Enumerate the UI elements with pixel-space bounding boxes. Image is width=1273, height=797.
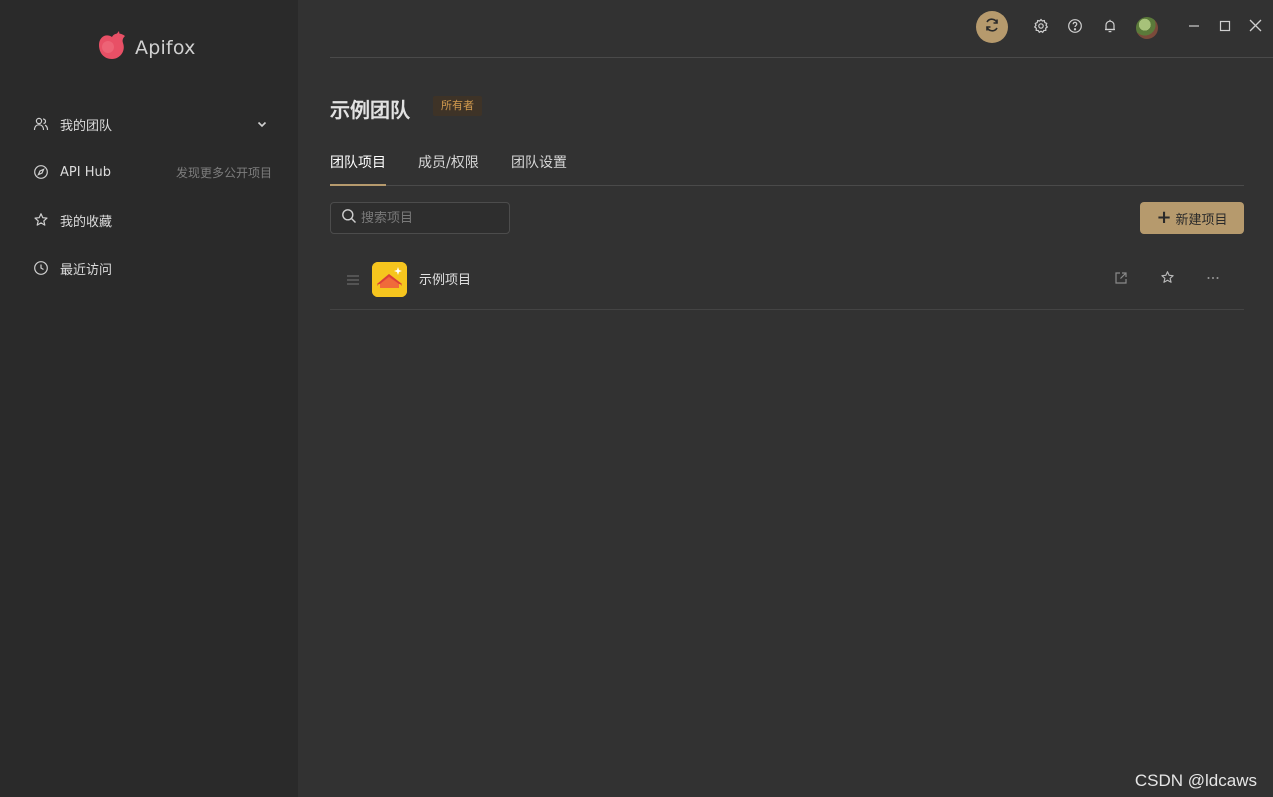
- brand-name: Apifox: [135, 37, 196, 59]
- search-input[interactable]: [361, 210, 501, 226]
- top-bar: [330, 0, 1273, 58]
- sidebar-item-label: 我的团队: [60, 118, 113, 134]
- project-name[interactable]: 示例项目: [419, 269, 471, 288]
- gear-icon: [1033, 18, 1049, 38]
- star-icon: [32, 211, 50, 229]
- sidebar-item-my-team[interactable]: 我的团队: [26, 106, 280, 142]
- team-tabs: 团队项目 成员/权限 团队设置: [330, 140, 1244, 186]
- maximize-icon: [1219, 17, 1231, 36]
- help-icon: [1067, 18, 1083, 38]
- minimize-icon: [1188, 17, 1200, 36]
- watermark: CSDN @ldcaws: [1134, 771, 1257, 790]
- tab-members-permissions[interactable]: 成员/权限: [418, 152, 479, 186]
- maximize-button[interactable]: [1216, 17, 1234, 35]
- role-badge: 所有者: [433, 96, 482, 116]
- plus-icon: +: [1156, 207, 1172, 228]
- bell-icon: [1102, 18, 1118, 38]
- app-window: Apifox 我的团队 API Hub 发现更多公开项目 我的收藏 最近访问 示…: [0, 0, 1273, 797]
- new-project-label: 新建项目: [1175, 212, 1228, 228]
- settings-button[interactable]: [1032, 18, 1050, 38]
- open-external-button[interactable]: [1112, 270, 1130, 288]
- tab-team-projects[interactable]: 团队项目: [330, 152, 386, 186]
- brand: Apifox: [96, 31, 196, 65]
- sidebar-item-favorites[interactable]: 我的收藏: [26, 202, 280, 238]
- search-icon: [341, 208, 357, 228]
- team-icon: [32, 115, 50, 133]
- project-icon: [372, 262, 407, 297]
- project-row[interactable]: 示例项目: [330, 250, 1244, 310]
- clock-icon: [32, 259, 50, 277]
- sync-button[interactable]: [976, 11, 1008, 43]
- apifox-logo-icon: [96, 31, 128, 65]
- star-icon: [1160, 270, 1175, 289]
- search-box: [330, 202, 510, 234]
- sync-icon: [983, 16, 1001, 38]
- sidebar-item-label: API Hub: [60, 164, 111, 180]
- compass-icon: [32, 163, 50, 181]
- drag-handle-icon[interactable]: [346, 272, 360, 286]
- sidebar-item-label: 最近访问: [60, 262, 113, 278]
- minimize-button[interactable]: [1185, 17, 1203, 35]
- tab-team-settings[interactable]: 团队设置: [511, 152, 567, 186]
- external-link-icon: [1114, 270, 1128, 289]
- sidebar-item-recent[interactable]: 最近访问: [26, 250, 280, 286]
- sidebar: Apifox 我的团队 API Hub 发现更多公开项目 我的收藏 最近访问: [0, 0, 298, 797]
- page-title: 示例团队: [330, 98, 410, 122]
- avatar[interactable]: [1136, 17, 1158, 39]
- more-actions-button[interactable]: [1204, 270, 1222, 288]
- chevron-down-icon[interactable]: [254, 116, 270, 132]
- close-button[interactable]: [1246, 17, 1264, 35]
- sidebar-item-api-hub[interactable]: API Hub 发现更多公开项目: [26, 154, 280, 190]
- new-project-button[interactable]: + 新建项目: [1140, 202, 1244, 234]
- notifications-button[interactable]: [1101, 19, 1119, 37]
- api-hub-hint: 发现更多公开项目: [175, 165, 272, 180]
- favorite-button[interactable]: [1158, 270, 1176, 288]
- sidebar-item-label: 我的收藏: [60, 214, 113, 230]
- close-icon: [1249, 17, 1262, 36]
- more-icon: [1206, 270, 1220, 289]
- help-button[interactable]: [1066, 19, 1084, 37]
